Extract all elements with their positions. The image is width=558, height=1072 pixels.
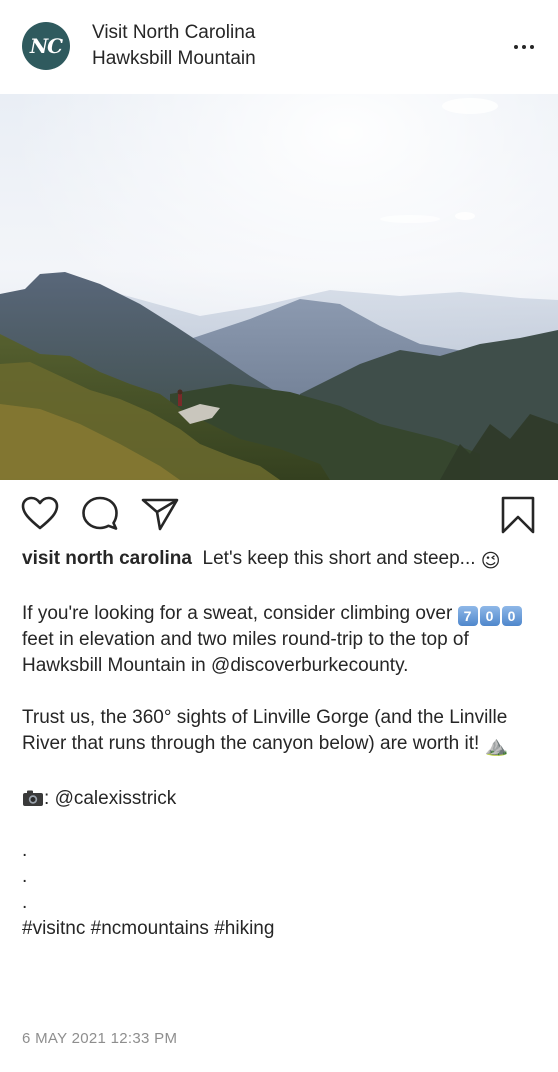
keycap-emoji: 7 <box>457 606 478 626</box>
keycap-emoji: 0 <box>479 606 500 626</box>
mountain-landscape-image <box>0 94 558 480</box>
post-caption: visit north carolina Let's keep this sho… <box>22 546 542 942</box>
bookmark-icon[interactable] <box>498 495 538 535</box>
location-link[interactable]: Hawksbill Mountain <box>92 46 256 72</box>
caption-text: Trust us, the 360° sights of Linville Go… <box>22 707 508 754</box>
spacer-dot: . <box>22 840 28 861</box>
mention-link[interactable]: @calexisstrick <box>55 788 177 809</box>
hashtag-link[interactable]: #ncmountains <box>91 918 209 939</box>
more-dot <box>530 45 534 49</box>
camera-emoji <box>23 790 43 806</box>
avatar-logo-text: NC <box>29 34 63 58</box>
hashtag-link[interactable]: #hiking <box>214 918 274 939</box>
heart-icon[interactable] <box>20 495 60 531</box>
send-icon[interactable] <box>140 496 180 532</box>
header-text: Visit North Carolina Hawksbill Mountain <box>92 20 256 72</box>
photo-credit: : @calexisstrick <box>22 786 542 812</box>
keycap-emoji: 0 <box>501 606 522 626</box>
mention-link[interactable]: @discoverburkecounty. <box>211 655 408 676</box>
caption-text: If you're looking for a sweat, consider … <box>22 603 453 624</box>
caption-username[interactable]: visit north carolina <box>22 548 192 569</box>
hashtag-line: #visitnc #ncmountains #hiking <box>22 916 542 942</box>
caption-paragraph: Trust us, the 360° sights of Linville Go… <box>22 705 542 760</box>
avatar[interactable]: NC <box>22 22 70 70</box>
action-bar <box>0 480 558 546</box>
more-dot <box>522 45 526 49</box>
caption-paragraph: If you're looking for a sweat, consider … <box>22 601 542 679</box>
mountain-emoji: ⛰️ <box>484 736 509 757</box>
more-options-icon[interactable] <box>507 36 541 58</box>
post-timestamp: 6 MAY 2021 12:33 PM <box>22 1030 178 1047</box>
hashtag-link[interactable]: #visitnc <box>22 918 85 939</box>
spacer-dot: . <box>22 892 28 913</box>
post-image[interactable] <box>0 94 558 480</box>
wink-emoji: 😉 <box>480 551 501 572</box>
comment-icon[interactable] <box>80 495 120 533</box>
spacer-dot: . <box>22 866 28 887</box>
caption-text: Let's keep this short and steep... <box>202 548 476 569</box>
more-dot <box>514 45 518 49</box>
account-name[interactable]: Visit North Carolina <box>92 20 256 46</box>
post-header: NC Visit North Carolina Hawksbill Mounta… <box>0 0 558 94</box>
caption-line1: visit north carolina Let's keep this sho… <box>22 546 542 575</box>
credit-colon: : <box>44 788 50 809</box>
